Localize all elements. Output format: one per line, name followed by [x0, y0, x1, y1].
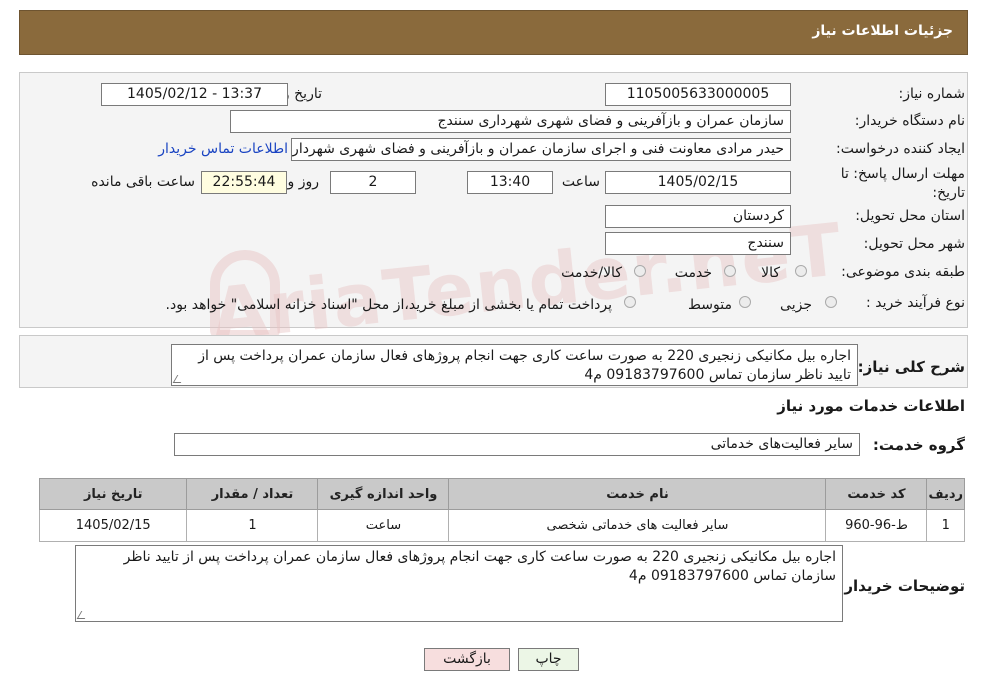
- requester-field: حیدر مرادی معاونت فنی و اجرای سازمان عمر…: [291, 138, 791, 161]
- summary-textarea[interactable]: اجاره بیل مکانیکی زنجیری 220 به صورت ساع…: [171, 344, 858, 386]
- city-field: سنندج: [605, 232, 791, 255]
- treasury-note: پرداخت تمام یا بخشی از مبلغ خرید،از محل …: [165, 297, 612, 313]
- buyer-notes-label: توضیحات خریدار:: [838, 577, 965, 595]
- services-table: ردیف کد خدمت نام خدمت واحد اندازه گیری ت…: [38, 478, 965, 542]
- buyer-org-field: سازمان عمران و بازآفرینی و فضای شهری شهر…: [230, 110, 791, 133]
- category-goods-radio[interactable]: [795, 265, 807, 277]
- service-qty: 1: [186, 509, 319, 542]
- remaining-time-label: ساعت باقی مانده: [91, 174, 195, 190]
- announce-datetime-field: 1405/02/12 - 13:37: [101, 83, 288, 106]
- col-code-header: کد خدمت: [825, 478, 928, 510]
- category-service-label: خدمت: [674, 265, 712, 281]
- city-label: شهر محل تحویل:: [863, 236, 965, 252]
- need-number-label: شماره نیاز:: [898, 86, 966, 102]
- resize-grip-icon[interactable]: [76, 611, 90, 619]
- back-button[interactable]: بازگشت: [424, 648, 510, 671]
- buyer-contact-link[interactable]: اطلاعات تماس خریدار: [158, 141, 288, 157]
- deadline-days-label: روز و: [287, 174, 320, 190]
- purchase-medium-label: متوسط: [688, 297, 732, 313]
- treasury-note-radio[interactable]: [624, 296, 636, 308]
- purchase-minor-radio[interactable]: [825, 296, 837, 308]
- resize-grip-icon[interactable]: [172, 375, 186, 383]
- service-code: ط-96-960: [825, 509, 928, 542]
- services-section-title: اطلاعات خدمات مورد نیاز: [777, 397, 965, 415]
- category-goods-service-label: کالا/خدمت: [561, 265, 622, 281]
- category-label: طبقه بندی موضوعی:: [841, 264, 965, 280]
- category-goods-service-radio[interactable]: [634, 265, 646, 277]
- service-group-field: سایر فعالیت‌های خدماتی: [174, 433, 860, 456]
- deadline-date-field: 1405/02/15: [605, 171, 791, 194]
- summary-text: اجاره بیل مکانیکی زنجیری 220 به صورت ساع…: [198, 348, 851, 383]
- page-header: جزئیات اطلاعات نیاز: [19, 10, 968, 55]
- print-button[interactable]: چاپ: [518, 648, 579, 671]
- service-name: سایر فعالیت های خدماتی شخصی: [448, 509, 827, 542]
- remaining-time-field: 22:55:44: [201, 171, 287, 194]
- category-goods-label: کالا: [761, 265, 780, 281]
- row-number: 1: [926, 509, 965, 542]
- page-title: جزئیات اطلاعات نیاز: [812, 23, 953, 39]
- summary-label: شرح کلی نیاز:: [857, 358, 965, 376]
- deadline-days-field: 2: [330, 171, 416, 194]
- table-header-row: ردیف کد خدمت نام خدمت واحد اندازه گیری ت…: [38, 478, 965, 510]
- col-name-header: نام خدمت: [448, 478, 827, 510]
- buyer-notes-textarea[interactable]: اجاره بیل مکانیکی زنجیری 220 به صورت ساع…: [75, 545, 843, 622]
- requester-label: ایجاد کننده درخواست:: [836, 141, 965, 157]
- category-service-radio[interactable]: [724, 265, 736, 277]
- province-field: کردستان: [605, 205, 791, 228]
- service-unit: ساعت: [317, 509, 450, 542]
- province-label: استان محل تحویل:: [855, 208, 965, 224]
- purchase-medium-radio[interactable]: [739, 296, 751, 308]
- col-date-header: تاریخ نیاز: [38, 478, 188, 510]
- table-row: 1 ط-96-960 سایر فعالیت های خدماتی شخصی س…: [38, 509, 965, 542]
- buyer-notes-text: اجاره بیل مکانیکی زنجیری 220 به صورت ساع…: [123, 549, 836, 584]
- purchase-minor-label: جزیی: [780, 297, 812, 313]
- col-qty-header: تعداد / مقدار: [186, 478, 319, 510]
- service-date: 1405/02/15: [38, 509, 188, 542]
- deadline-time-field: 13:40: [467, 171, 553, 194]
- col-unit-header: واحد اندازه گیری: [317, 478, 450, 510]
- purchase-type-label: نوع فرآیند خرید :: [866, 295, 965, 311]
- deadline-time-label: ساعت: [561, 174, 600, 190]
- col-row-header: ردیف: [926, 478, 965, 510]
- deadline-label: مهلت ارسال پاسخ: تا تاریخ:: [840, 166, 965, 201]
- need-number-field: 1105005633000005: [605, 83, 791, 106]
- service-group-label: گروه خدمت:: [872, 436, 965, 454]
- buyer-org-label: نام دستگاه خریدار:: [854, 113, 965, 129]
